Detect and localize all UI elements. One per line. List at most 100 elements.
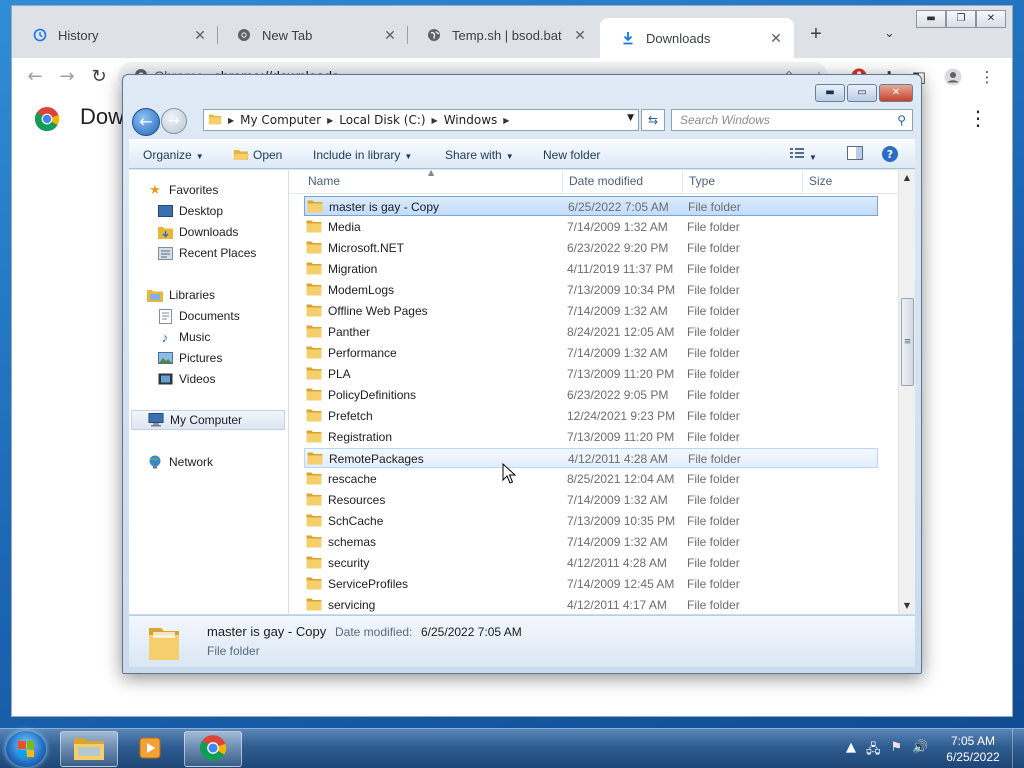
refresh-button[interactable]: ⇆ xyxy=(641,109,665,131)
table-row[interactable]: Migration 4/11/2019 11:37 PM File folder xyxy=(304,259,878,279)
close-button[interactable]: ✕ xyxy=(976,10,1006,28)
table-row[interactable]: Microsoft.NET 6/23/2022 9:20 PM File folde… xyxy=(304,238,878,258)
file-date: 4/11/2019 11:37 PM xyxy=(567,262,674,276)
table-row[interactable]: Panther 8/24/2021 12:05 AM File folder xyxy=(304,322,878,342)
table-row[interactable]: ModemLogs 7/13/2009 10:34 PM File folder xyxy=(304,280,878,300)
nav-downloads[interactable]: Downloads xyxy=(157,222,238,242)
forward-button[interactable]: → xyxy=(161,108,187,134)
chevron-down-icon: ▼ xyxy=(505,152,514,161)
nav-libraries[interactable]: Libraries xyxy=(147,285,215,305)
help-button[interactable]: ? xyxy=(881,145,899,166)
nav-favorites[interactable]: ★ Favorites xyxy=(147,180,218,200)
share-with-button[interactable]: Share with ▼ xyxy=(445,148,514,162)
table-row[interactable]: SchCache 7/13/2009 10:35 PM File folder xyxy=(304,511,878,531)
organize-label: Organize xyxy=(143,148,192,162)
open-button[interactable]: Open xyxy=(233,148,282,162)
taskbar-chrome[interactable] xyxy=(184,731,242,767)
table-row[interactable]: Prefetch 12/24/2021 9:23 PM File folder xyxy=(304,406,878,426)
table-row[interactable]: Media 7/14/2009 1:32 AM File folder xyxy=(304,217,878,237)
file-date: 7/14/2009 1:32 AM xyxy=(567,493,668,507)
view-options-button[interactable]: ▼ xyxy=(789,146,817,163)
show-hidden-icons-icon[interactable]: ▲ xyxy=(846,740,856,762)
nav-documents[interactable]: Documents xyxy=(157,306,240,326)
show-desktop-button[interactable] xyxy=(1012,729,1024,768)
file-name: security xyxy=(328,556,370,570)
column-type[interactable]: Type xyxy=(689,174,715,188)
table-row[interactable]: schemas 7/14/2009 1:32 AM File folder xyxy=(304,532,878,552)
scroll-down-icon[interactable]: ▼ xyxy=(899,598,915,614)
table-row[interactable]: PLA 7/13/2009 11:20 PM File folder xyxy=(304,364,878,384)
table-row[interactable]: Performance 7/14/2009 1:32 AM File folder xyxy=(304,343,878,363)
folder-icon xyxy=(306,282,322,296)
breadcrumb-my-computer[interactable]: My Computer xyxy=(240,113,321,127)
minimize-button[interactable]: ▬ xyxy=(916,10,946,28)
chevron-down-icon[interactable]: ▼ xyxy=(627,113,634,123)
nav-pictures[interactable]: Pictures xyxy=(157,348,222,368)
taskbar-media-player[interactable] xyxy=(122,731,180,767)
nav-desktop[interactable]: Desktop xyxy=(157,201,223,221)
breadcrumb-windows[interactable]: Windows xyxy=(444,113,498,127)
table-row[interactable]: master is gay - Copy 6/25/2022 7:05 AM Fil… xyxy=(304,196,878,216)
close-button[interactable]: ✕ xyxy=(879,84,913,102)
table-row[interactable]: PolicyDefinitions 6/23/2022 9:05 PM File f… xyxy=(304,385,878,405)
column-divider[interactable] xyxy=(802,170,803,194)
profile-icon[interactable] xyxy=(944,68,962,86)
minimize-button[interactable]: ▬ xyxy=(815,84,845,102)
tab-history[interactable]: History ✕ xyxy=(12,18,218,52)
forward-button[interactable]: → xyxy=(56,66,78,88)
nav-videos[interactable]: Videos xyxy=(157,369,215,389)
action-center-flag-icon[interactable]: ⚑ xyxy=(891,740,903,762)
scroll-thumb[interactable]: ≡ xyxy=(901,298,914,386)
menu-kebab-icon[interactable]: ⋮ xyxy=(978,68,996,86)
address-bar[interactable]: ▶ My Computer ▶ Local Disk (C:) ▶ Window… xyxy=(203,109,639,131)
new-tab-button[interactable]: + xyxy=(806,24,826,44)
breadcrumb-local-disk[interactable]: Local Disk (C:) xyxy=(339,113,425,127)
maximize-button[interactable]: ❐ xyxy=(946,10,976,28)
column-name[interactable]: Name xyxy=(308,174,340,188)
back-button[interactable]: ← xyxy=(24,66,46,88)
new-folder-button[interactable]: New folder xyxy=(543,148,600,162)
reload-button[interactable]: ↻ xyxy=(88,66,110,88)
chevron-down-icon[interactable]: ⌄ xyxy=(884,26,900,42)
table-row[interactable]: rescache 8/25/2021 12:04 AM File folder xyxy=(304,469,878,489)
table-row[interactable]: Registration 7/13/2009 11:20 PM File folde… xyxy=(304,427,878,447)
start-button[interactable] xyxy=(6,731,46,767)
network-tray-icon[interactable]: 🖧 xyxy=(866,740,881,762)
tab-temp-sh[interactable]: Temp.sh | bsod.bat ✕ xyxy=(406,18,598,52)
maximize-button[interactable]: ▭ xyxy=(847,84,877,102)
table-row[interactable]: RemotePackages 4/12/2011 4:28 AM File fold… xyxy=(304,448,878,468)
include-in-library-button[interactable]: Include in library ▼ xyxy=(313,148,412,162)
close-icon[interactable]: ✕ xyxy=(192,27,208,43)
close-icon[interactable]: ✕ xyxy=(572,27,588,43)
search-input[interactable]: Search Windows ⚲ xyxy=(671,109,913,131)
tab-downloads[interactable]: Downloads ✕ xyxy=(600,18,794,58)
organize-button[interactable]: Organize ▼ xyxy=(143,148,204,162)
back-button[interactable]: ← xyxy=(132,108,160,136)
nav-network[interactable]: Network xyxy=(147,452,213,472)
downloads-menu-icon[interactable]: ⋮ xyxy=(968,106,988,130)
column-size[interactable]: Size xyxy=(809,174,832,188)
close-icon[interactable]: ✕ xyxy=(382,27,398,43)
column-date-modified[interactable]: Date modified xyxy=(569,174,643,188)
preview-pane-button[interactable] xyxy=(847,146,863,163)
table-row[interactable]: Offline Web Pages 7/14/2009 1:32 AM File f… xyxy=(304,301,878,321)
column-divider[interactable] xyxy=(562,170,563,194)
scroll-up-icon[interactable]: ▲ xyxy=(899,170,915,186)
volume-icon[interactable]: 🔊 xyxy=(912,740,928,762)
close-icon[interactable]: ✕ xyxy=(768,30,784,46)
clock[interactable]: 7:05 AM 6/25/2022 xyxy=(940,733,1006,765)
nav-recent-places[interactable]: Recent Places xyxy=(157,243,256,263)
table-row[interactable]: servicing 4/12/2011 4:17 AM File folder xyxy=(304,595,878,615)
nav-music[interactable]: ♪ Music xyxy=(157,327,211,347)
table-row[interactable]: security 4/12/2011 4:28 AM File folder xyxy=(304,553,878,573)
table-row[interactable]: Resources 7/14/2009 1:32 AM File folder xyxy=(304,490,878,510)
column-divider[interactable] xyxy=(682,170,683,194)
table-row[interactable]: ServiceProfiles 7/14/2009 12:45 AM File fo… xyxy=(304,574,878,594)
taskbar-explorer[interactable] xyxy=(60,731,118,767)
tab-new-tab[interactable]: New Tab ✕ xyxy=(216,18,408,52)
vertical-scrollbar[interactable]: ▲ ≡ ▼ xyxy=(898,170,915,614)
nav-label: Libraries xyxy=(169,288,216,302)
file-type: File folder xyxy=(687,283,740,297)
file-date: 6/25/2022 7:05 AM xyxy=(568,200,669,214)
nav-my-computer[interactable]: My Computer xyxy=(131,410,285,430)
